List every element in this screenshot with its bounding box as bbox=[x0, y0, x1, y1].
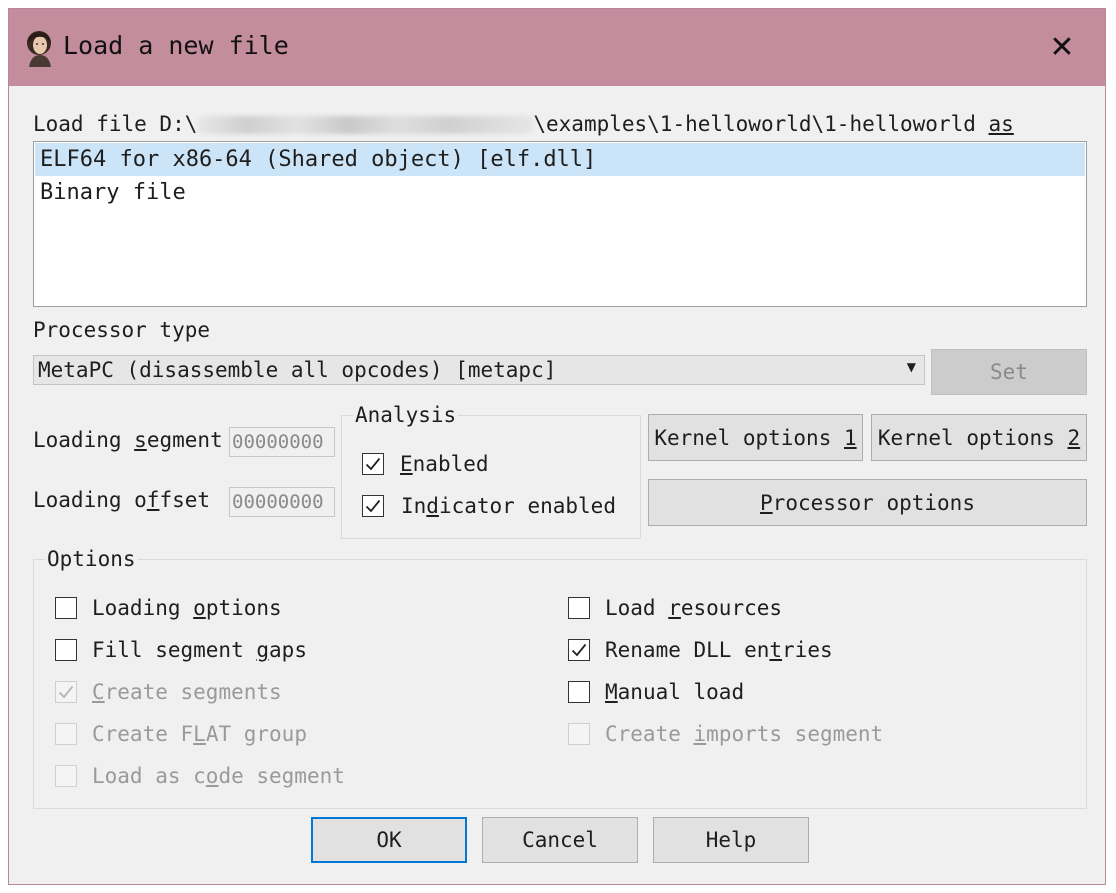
processor-options-button[interactable]: Processor options bbox=[648, 479, 1087, 526]
checkbox-box[interactable] bbox=[55, 597, 77, 619]
load-file-suffix: \examples\1-helloworld\1-helloworld bbox=[533, 112, 989, 136]
checkbox-box[interactable] bbox=[362, 495, 384, 517]
title-bar[interactable]: Load a new file ✕ bbox=[9, 9, 1105, 86]
fill-segment-gaps-label: Fill segment gaps bbox=[92, 638, 307, 662]
kernel-options-2-button[interactable]: Kernel options 2 bbox=[871, 414, 1087, 461]
loading-options-label: Loading options bbox=[92, 596, 282, 620]
options-group-title: Options bbox=[45, 547, 138, 571]
create-segments-label: Create segments bbox=[92, 680, 282, 704]
enabled-checkbox[interactable]: Enabled bbox=[362, 452, 489, 476]
rename-dll-entries-checkbox[interactable]: Rename DLL entries bbox=[568, 638, 833, 662]
checkbox-box bbox=[55, 723, 77, 745]
checkbox-box bbox=[55, 681, 77, 703]
close-button[interactable]: ✕ bbox=[1019, 9, 1105, 86]
processor-type-select[interactable]: MetaPC (disassemble all opcodes) [metapc… bbox=[33, 355, 925, 385]
loading-segment-label: Loading segment bbox=[33, 428, 223, 452]
indicator-enabled-checkbox[interactable]: Indicator enabled bbox=[362, 494, 616, 518]
window-title: Load a new file bbox=[63, 31, 289, 60]
checkbox-box[interactable] bbox=[568, 639, 590, 661]
redacted-path bbox=[197, 116, 534, 134]
processor-type-value: MetaPC (disassemble all opcodes) [metapc… bbox=[38, 358, 557, 382]
enabled-label: Enabled bbox=[400, 452, 489, 476]
load-resources-checkbox[interactable]: Load resources bbox=[568, 596, 782, 620]
create-imports-segment-checkbox: Create imports segment bbox=[568, 722, 883, 746]
loading-segment-field[interactable]: 00000000 bbox=[229, 427, 335, 457]
dropdown-arrow-icon: ▼ bbox=[906, 360, 916, 374]
checkbox-box[interactable] bbox=[362, 453, 384, 475]
analysis-group-title: Analysis bbox=[353, 403, 459, 427]
rename-dll-entries-label: Rename DLL entries bbox=[605, 638, 833, 662]
checkbox-box[interactable] bbox=[568, 597, 590, 619]
ada-portrait-icon bbox=[27, 31, 51, 67]
file-type-list[interactable]: ELF64 for x86-64 (Shared object) [elf.dl… bbox=[33, 141, 1087, 307]
analysis-group bbox=[341, 415, 641, 539]
load-file-as: as bbox=[988, 112, 1014, 136]
loading-options-checkbox[interactable]: Loading options bbox=[55, 596, 282, 620]
processor-type-label: Processor type bbox=[33, 318, 211, 342]
checkbox-box bbox=[568, 723, 590, 745]
create-flat-group-label: Create FLAT group bbox=[92, 722, 307, 746]
checkbox-box[interactable] bbox=[568, 681, 590, 703]
create-imports-segment-label: Create imports segment bbox=[605, 722, 884, 746]
help-button[interactable]: Help bbox=[653, 817, 809, 863]
load-file-path: Load file D:\ \examples\1-helloworld\1-he… bbox=[33, 112, 1014, 136]
load-resources-label: Load resources bbox=[605, 596, 783, 620]
close-icon: ✕ bbox=[1049, 30, 1075, 65]
file-type-elf64[interactable]: ELF64 for x86-64 (Shared object) [elf.dl… bbox=[35, 143, 1085, 176]
checkbox-box[interactable] bbox=[55, 639, 77, 661]
indicator-enabled-label: Indicator enabled bbox=[401, 494, 616, 518]
loading-offset-label: Loading offset bbox=[33, 488, 211, 512]
fill-segment-gaps-checkbox[interactable]: Fill segment gaps bbox=[55, 638, 307, 662]
load-file-prefix: Load file D:\ bbox=[33, 112, 198, 136]
cancel-button[interactable]: Cancel bbox=[482, 817, 638, 863]
checkbox-box bbox=[55, 765, 77, 787]
manual-load-checkbox[interactable]: Manual load bbox=[568, 680, 744, 704]
file-type-binary[interactable]: Binary file bbox=[35, 176, 1085, 209]
set-button[interactable]: Set bbox=[931, 349, 1087, 395]
kernel-options-1-button[interactable]: Kernel options 1 bbox=[648, 414, 863, 461]
loading-offset-field[interactable]: 00000000 bbox=[229, 487, 335, 517]
manual-load-label: Manual load bbox=[605, 680, 745, 704]
load-file-dialog: Load a new file ✕ Load file D:\ \examples… bbox=[8, 8, 1106, 885]
load-as-code-segment-checkbox: Load as code segment bbox=[55, 764, 345, 788]
create-segments-checkbox: Create segments bbox=[55, 680, 282, 704]
ok-button[interactable]: OK bbox=[311, 817, 467, 863]
create-flat-group-checkbox: Create FLAT group bbox=[55, 722, 307, 746]
load-as-code-segment-label: Load as code segment bbox=[92, 764, 345, 788]
